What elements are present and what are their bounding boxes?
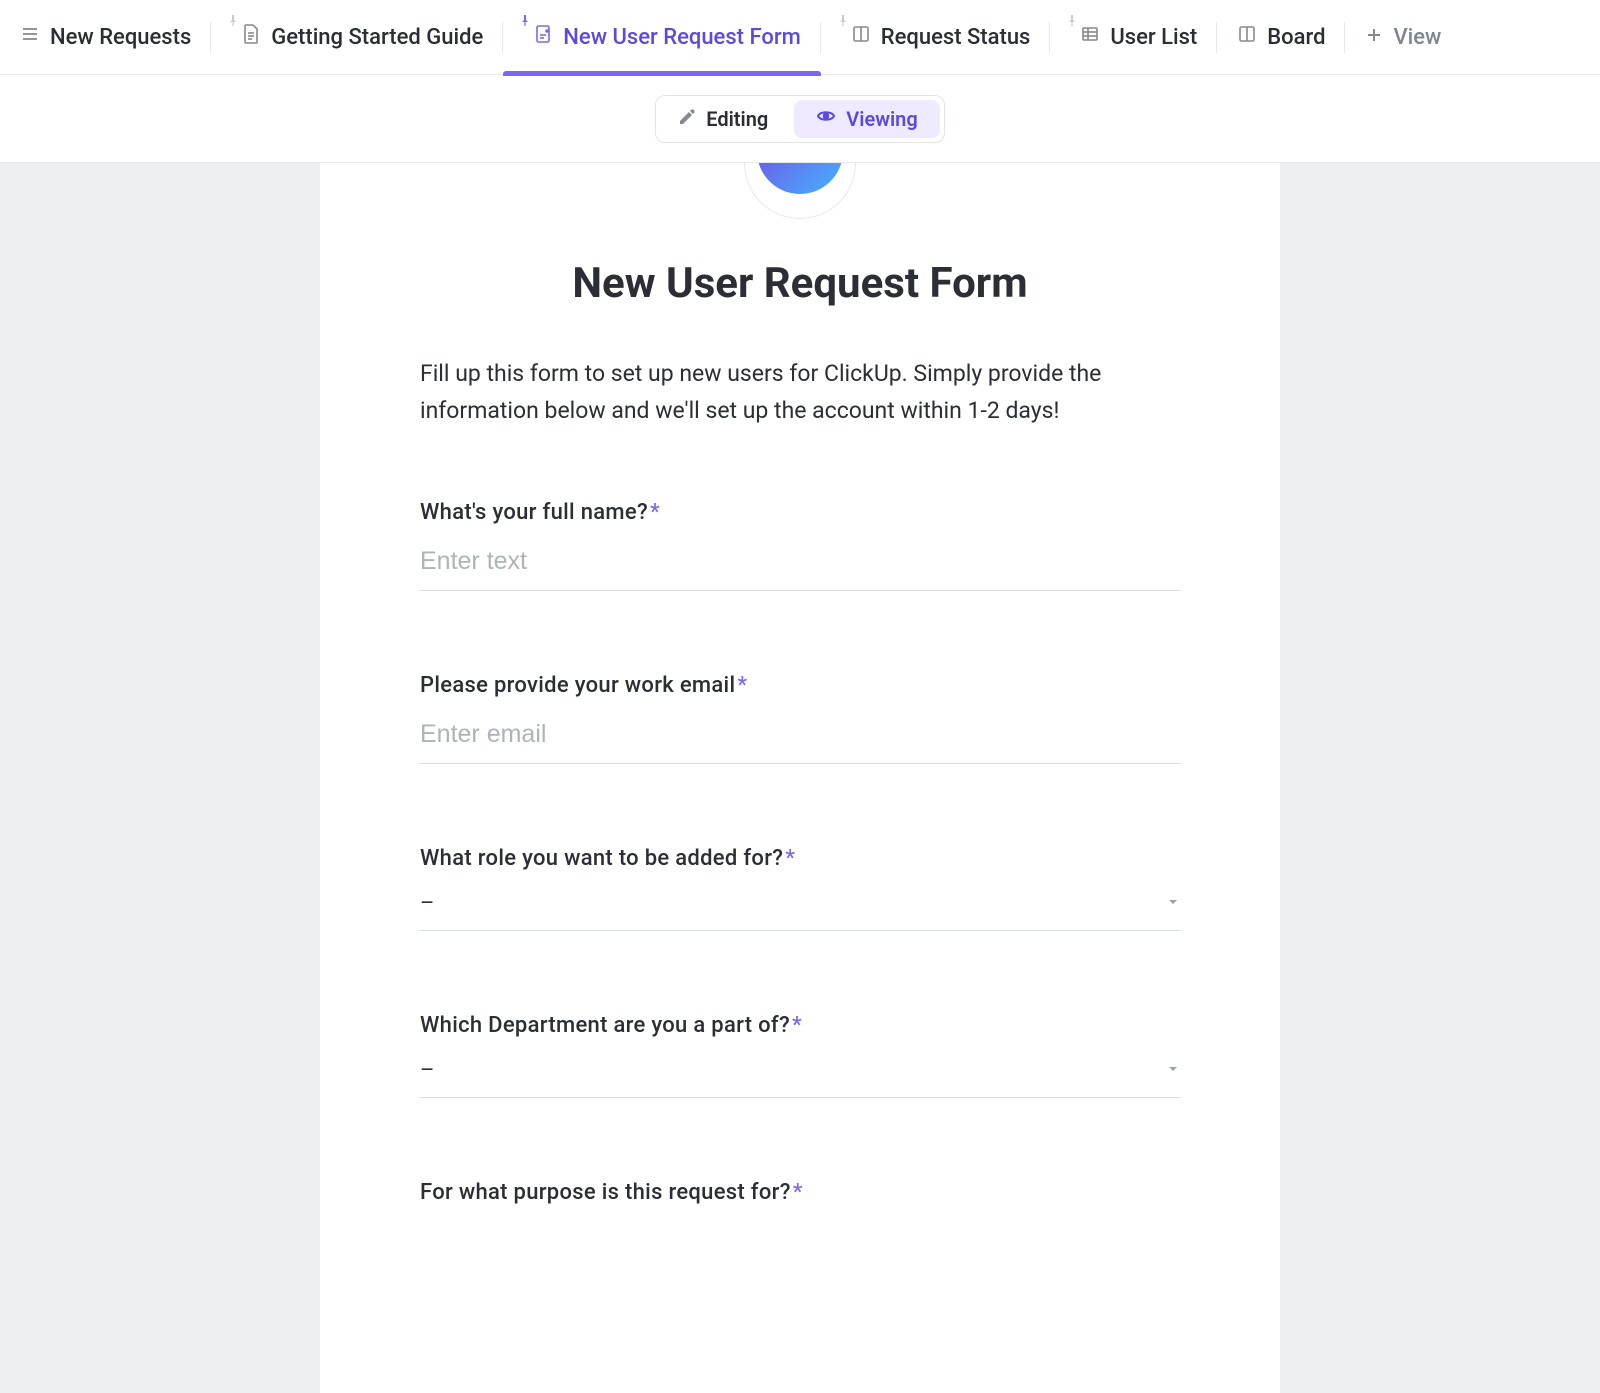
caret-down-icon: [1166, 894, 1180, 913]
form-icon: [533, 23, 553, 51]
required-mark: *: [785, 846, 795, 871]
role-select[interactable]: –: [420, 871, 1180, 931]
full-name-input[interactable]: [420, 525, 1180, 591]
form-title: New User Request Form: [420, 259, 1180, 308]
field-label: What's your full name?*: [420, 500, 1180, 525]
mode-label: Editing: [706, 107, 768, 131]
required-mark: *: [793, 1180, 803, 1205]
active-underline: [503, 71, 820, 76]
board-icon: [851, 24, 871, 50]
tab-add-view[interactable]: View: [1345, 0, 1461, 75]
tab-getting-started[interactable]: Getting Started Guide: [211, 0, 503, 75]
mode-bar: Editing Viewing: [0, 75, 1600, 163]
field-purpose: For what purpose is this request for?*: [420, 1180, 1180, 1205]
tab-label: Board: [1267, 25, 1325, 50]
tab-label: New User Request Form: [563, 25, 800, 50]
tab-label: Request Status: [881, 25, 1031, 50]
document-icon: [241, 23, 261, 51]
select-value: –: [420, 1058, 434, 1083]
select-value: –: [420, 891, 434, 916]
field-full-name: What's your full name?*: [420, 500, 1180, 591]
form-card: New User Request Form Fill up this form …: [320, 163, 1280, 1393]
tab-user-list[interactable]: User List: [1050, 0, 1217, 75]
editing-button[interactable]: Editing: [656, 96, 790, 142]
mode-label: Viewing: [846, 107, 917, 131]
pencil-icon: [678, 107, 696, 131]
form-canvas: New User Request Form Fill up this form …: [0, 163, 1600, 1393]
field-label: Which Department are you a part of?*: [420, 1013, 1180, 1038]
tab-label: User List: [1110, 25, 1197, 50]
eye-icon: [816, 106, 836, 131]
tab-board[interactable]: Board: [1217, 0, 1345, 75]
mode-segmented-control: Editing Viewing: [655, 95, 944, 143]
field-department: Which Department are you a part of?* –: [420, 1013, 1180, 1098]
viewing-button[interactable]: Viewing: [794, 100, 939, 138]
tab-new-user-request-form[interactable]: New User Request Form: [503, 0, 820, 75]
table-icon: [1080, 24, 1100, 50]
tab-request-status[interactable]: Request Status: [821, 0, 1051, 75]
plus-icon: [1365, 25, 1383, 50]
form-description: Fill up this form to set up new users fo…: [420, 356, 1180, 430]
tab-label: Getting Started Guide: [271, 25, 483, 50]
caret-down-icon: [1166, 1061, 1180, 1080]
field-role: What role you want to be added for?* –: [420, 846, 1180, 931]
tab-label: View: [1393, 25, 1441, 50]
tab-new-requests[interactable]: New Requests: [0, 0, 211, 75]
required-mark: *: [792, 1013, 802, 1038]
field-work-email: Please provide your work email*: [420, 673, 1180, 764]
view-tabs: New Requests Getting Started Guide New U…: [0, 0, 1600, 75]
field-label: For what purpose is this request for?*: [420, 1180, 1180, 1205]
board-icon: [1237, 24, 1257, 50]
work-email-input[interactable]: [420, 698, 1180, 764]
form-avatar: [420, 163, 1180, 219]
required-mark: *: [737, 673, 747, 698]
department-select[interactable]: –: [420, 1038, 1180, 1098]
field-label: Please provide your work email*: [420, 673, 1180, 698]
list-icon: [20, 24, 40, 50]
required-mark: *: [650, 500, 660, 525]
field-label: What role you want to be added for?*: [420, 846, 1180, 871]
tab-label: New Requests: [50, 25, 191, 50]
